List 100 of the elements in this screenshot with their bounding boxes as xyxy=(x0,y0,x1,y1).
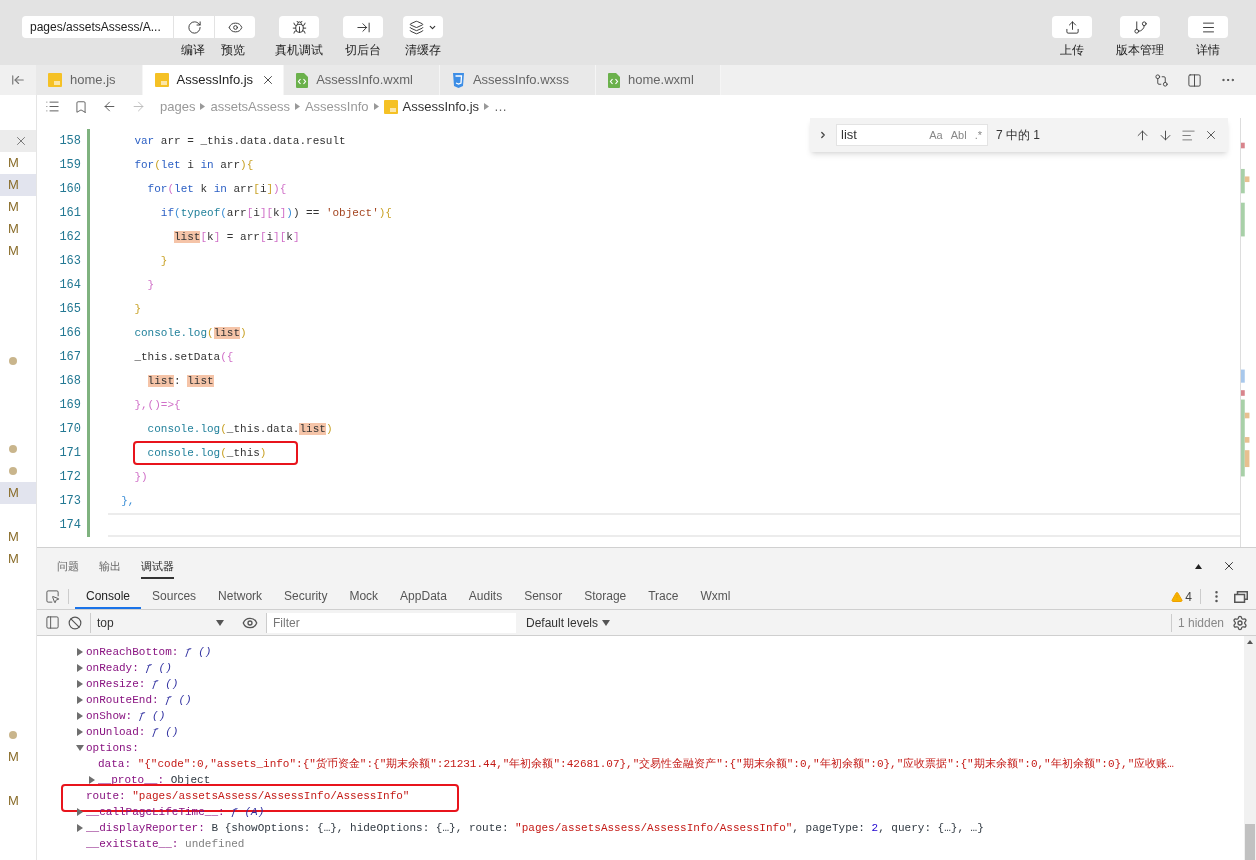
code-line: }, xyxy=(120,494,135,509)
dropdown-arrow-icon xyxy=(602,619,611,626)
js-file-icon xyxy=(383,99,398,114)
find-field[interactable]: list Aa Abl .* xyxy=(836,124,988,146)
panel-tab[interactable]: 输出 xyxy=(99,555,121,579)
find-option-toggle[interactable]: Aa xyxy=(928,126,944,144)
warning-count[interactable]: 4 xyxy=(1185,587,1192,606)
line-number: 168 xyxy=(58,373,81,390)
expand-arrow-icon[interactable] xyxy=(77,680,83,688)
expand-arrow-icon[interactable] xyxy=(89,776,95,784)
collapse-icon[interactable] xyxy=(1195,563,1202,569)
toolbar-button[interactable] xyxy=(343,16,383,38)
window-icon[interactable] xyxy=(1234,590,1248,603)
code-line: } xyxy=(146,278,155,293)
devtools-tab[interactable]: AppData xyxy=(389,584,458,609)
bookmark-icon[interactable] xyxy=(74,99,88,114)
expand-arrow-icon[interactable] xyxy=(77,648,83,656)
toolbar-button[interactable] xyxy=(403,16,443,38)
expand-arrow-icon[interactable] xyxy=(77,808,83,816)
line-number: 170 xyxy=(58,421,81,438)
find-option-toggle[interactable]: Abl xyxy=(949,126,968,144)
stylesheet-file-icon xyxy=(451,72,465,88)
warning-icon xyxy=(1171,590,1184,603)
devtools-tab[interactable]: Sensor xyxy=(513,584,574,609)
close-icon[interactable] xyxy=(1204,128,1218,142)
page-select[interactable]: pages/assetsAssess/A... xyxy=(22,16,173,38)
previous-match-icon[interactable] xyxy=(1135,127,1150,143)
editor-tab[interactable]: AssessInfo.wxss xyxy=(439,65,597,95)
line-number: 158 xyxy=(58,133,81,150)
devtools-tab[interactable]: Storage xyxy=(573,584,638,609)
clear-icon[interactable] xyxy=(68,615,82,630)
line-number: 165 xyxy=(58,301,81,318)
chevron-icon xyxy=(484,103,490,110)
js-file-icon xyxy=(154,73,169,87)
find-option-toggle[interactable]: .* xyxy=(973,126,983,144)
console-property: onResize: ƒ () xyxy=(86,676,179,692)
line-number: 163 xyxy=(58,253,81,270)
split-view-icon[interactable] xyxy=(1187,72,1202,88)
line-number: 167 xyxy=(58,349,81,366)
modified-marker: M xyxy=(7,198,20,217)
scrollbar-thumb[interactable] xyxy=(1245,824,1255,860)
toolbar-label: 清缓存 xyxy=(405,44,441,56)
editor-tab[interactable]: home.js xyxy=(36,65,143,95)
panel-toggle-icon[interactable] xyxy=(11,73,25,87)
compare-icon[interactable] xyxy=(1154,72,1169,88)
expand-icon[interactable] xyxy=(818,130,828,140)
branch-icon xyxy=(1132,19,1148,35)
devtools-tab[interactable]: Security xyxy=(273,584,339,609)
expand-arrow-icon[interactable] xyxy=(77,696,83,704)
devtools-tab[interactable]: Audits xyxy=(457,584,514,609)
toolbar-button[interactable] xyxy=(1052,16,1092,38)
match-count: 7 中的 1 xyxy=(996,127,1040,144)
breadcrumb-item[interactable]: AssessInfo.js xyxy=(402,96,480,117)
toolbar-button[interactable] xyxy=(1120,16,1160,38)
toolbar-button[interactable] xyxy=(279,16,319,38)
expand-arrow-icon[interactable] xyxy=(77,664,83,672)
toolbar-label: 版本管理 xyxy=(1116,44,1164,56)
toolbar-button[interactable] xyxy=(215,16,255,38)
context-select[interactable]: top xyxy=(90,612,230,633)
editor-tab[interactable]: AssessInfo.wxml xyxy=(284,65,440,95)
close-icon[interactable] xyxy=(1222,559,1236,573)
panel-tab[interactable]: 调试器 xyxy=(141,555,174,579)
line-number: 172 xyxy=(58,469,81,486)
toolbar-button[interactable] xyxy=(1188,16,1228,38)
filter-field[interactable]: Filter xyxy=(266,612,516,633)
console-property: onUnload: ƒ () xyxy=(86,724,179,740)
code-line: for(let i in arr){ xyxy=(133,158,254,173)
collapse-arrow-icon[interactable] xyxy=(76,745,84,751)
toolbar-button[interactable] xyxy=(174,16,214,38)
expand-arrow-icon[interactable] xyxy=(77,824,83,832)
settings-icon[interactable] xyxy=(1232,614,1248,631)
devtools-tab[interactable]: Trace xyxy=(637,584,690,609)
breadcrumb-item[interactable]: … xyxy=(494,96,508,117)
expand-arrow-icon[interactable] xyxy=(77,728,83,736)
scroll-up-icon[interactable] xyxy=(1247,640,1253,644)
devtools-tab[interactable]: Wxml xyxy=(689,584,742,609)
line-number: 159 xyxy=(58,157,81,174)
line-number: 169 xyxy=(58,397,81,414)
chevron-icon xyxy=(373,103,379,110)
sidebar-icon[interactable] xyxy=(45,615,60,630)
devtools-tab[interactable]: Network xyxy=(207,584,274,609)
inspect-icon[interactable] xyxy=(45,589,60,604)
console-property: data: "{"code":0,"assets_info":{"货币资金":{"期末余额":21231.44,"年初余额":42681.07},"交易性金融资产":{"期末余额":0,"年初余额":0},"应收票据":{"期末余额":0,"年初余额":0},"应收账… xyxy=(98,756,1174,772)
devtools-tab[interactable]: Mock xyxy=(338,584,390,609)
toolbar-label: 切后台 xyxy=(345,44,381,56)
code-line: } xyxy=(159,254,168,269)
panel-tab[interactable]: 问题 xyxy=(57,555,79,579)
levels-select[interactable]: Default levels xyxy=(526,613,611,632)
editor-tab[interactable]: home.wxml xyxy=(596,65,721,95)
chevron-icon xyxy=(294,103,300,110)
outline-icon[interactable] xyxy=(45,99,60,114)
back-icon[interactable] xyxy=(102,99,117,114)
editor-tab[interactable]: AssessInfo.js xyxy=(142,65,285,95)
toolbar-label: 详情 xyxy=(1196,44,1220,56)
expand-arrow-icon[interactable] xyxy=(77,712,83,720)
next-match-icon[interactable] xyxy=(1158,127,1173,143)
selection-lines-icon[interactable] xyxy=(1181,127,1196,143)
devtools-tab[interactable]: Sources xyxy=(141,584,208,609)
code-line: console.log(_this) xyxy=(108,441,267,465)
code-line: for(let k in arr[i]){ xyxy=(146,182,287,197)
